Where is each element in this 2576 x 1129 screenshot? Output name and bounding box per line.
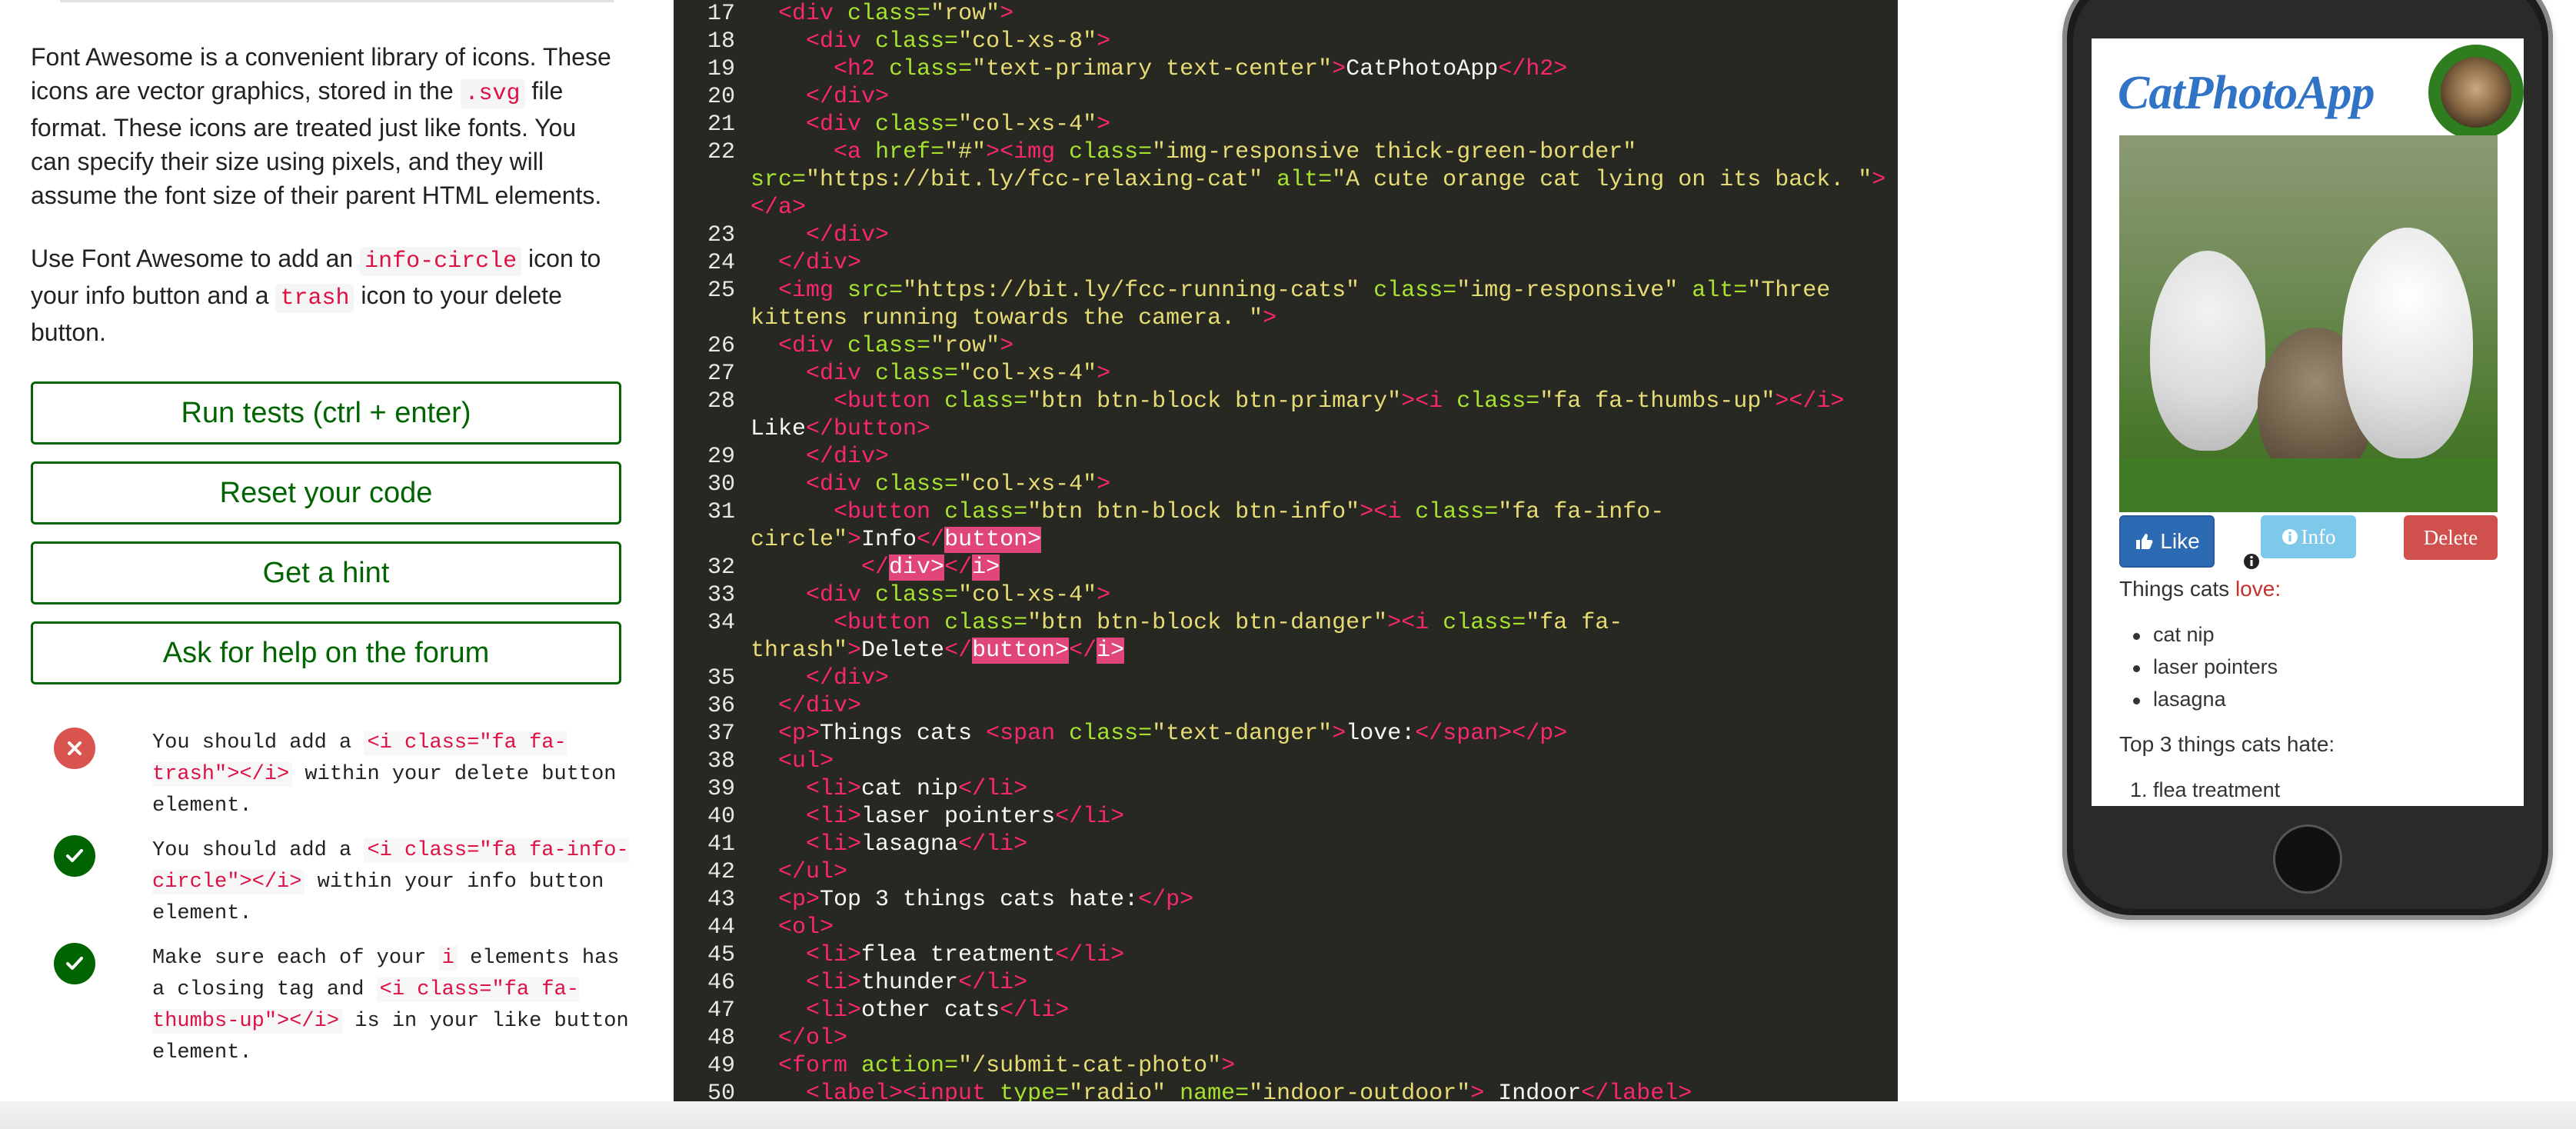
app-title: CatPhotoApp (2118, 67, 2375, 119)
cat-avatar-image (2441, 57, 2511, 128)
preview-screen[interactable]: CatPhotoApp Like Info Delete Things cats… (2092, 38, 2524, 806)
info-label: Info (2301, 525, 2336, 548)
like-label: Like (2160, 529, 2200, 553)
code-line[interactable]: thrash">Delete</button></i> (674, 637, 1898, 664)
description-paragraph: Font Awesome is a convenient library of … (31, 40, 615, 212)
preview-pane: CatPhotoApp Like Info Delete Things cats… (1898, 0, 2576, 1129)
test-result: You should add a <i class="fa fa-info-ci… (54, 835, 629, 935)
code-line[interactable]: 48 </ol> (674, 1024, 1898, 1052)
code-line[interactable]: 19 <h2 class="text-primary text-center">… (674, 55, 1898, 83)
code-line[interactable]: 38 <ul> (674, 748, 1898, 775)
thumbs-up-icon (2136, 534, 2153, 549)
pass-check-icon (54, 835, 95, 877)
divider (60, 0, 614, 2)
hate-heading: Top 3 things cats hate: (2119, 732, 2335, 756)
code-line[interactable]: circle">Info</button> (674, 526, 1898, 554)
kitten-shape (2342, 228, 2473, 458)
run-tests-button[interactable]: Run tests (ctrl + enter) (31, 381, 621, 445)
code-line[interactable]: 27 <div class="col-xs-4"> (674, 360, 1898, 388)
code-line[interactable]: 22 <a href="#"><img class="img-responsiv… (674, 138, 1898, 166)
like-button[interactable]: Like (2119, 515, 2215, 568)
code-line[interactable]: src="https://bit.ly/fcc-relaxing-cat" al… (674, 166, 1898, 194)
grass-shape (2119, 458, 2498, 512)
task-paragraph: Use Font Awesome to add an info-circle i… (31, 241, 615, 349)
code-line[interactable]: 40 <li>laser pointers</li> (674, 803, 1898, 831)
instructions-panel: Font Awesome is a convenient library of … (0, 0, 674, 1129)
test-result: You should add a <i class="fa fa-trash">… (54, 728, 623, 828)
test-result: Make sure each of your i elements has a … (54, 943, 629, 1074)
code-line[interactable]: 18 <div class="col-xs-8"> (674, 28, 1898, 55)
code-line[interactable]: 25 <img src="https://bit.ly/fcc-running-… (674, 277, 1898, 305)
code-line[interactable]: 43 <p>Top 3 things cats hate:</p> (674, 886, 1898, 914)
code-line[interactable]: 50 <label><input type="radio" name="indo… (674, 1080, 1898, 1101)
code-line[interactable]: 49 <form action="/submit-cat-photo"> (674, 1052, 1898, 1080)
code-line[interactable]: 46 <li>thunder</li> (674, 969, 1898, 997)
list-item: laser pointers (2132, 655, 2278, 678)
code-line[interactable]: 31 <button class="btn btn-block btn-info… (674, 498, 1898, 526)
code-line[interactable]: 37 <p>Things cats <span class="text-dang… (674, 720, 1898, 748)
delete-button[interactable]: Delete (2404, 515, 2498, 560)
inline-code: trash (275, 284, 354, 313)
get-hint-button[interactable]: Get a hint (31, 541, 621, 604)
reset-code-button[interactable]: Reset your code (31, 461, 621, 525)
avatar[interactable] (2428, 45, 2524, 140)
code-line[interactable]: 41 <li>lasagna</li> (674, 831, 1898, 858)
code-line[interactable]: 26 <div class="row"> (674, 332, 1898, 360)
test-description: You should add a <i class="fa fa-info-ci… (152, 838, 629, 925)
kitten-shape (2150, 251, 2265, 451)
code-line[interactable]: 28 <button class="btn btn-block btn-prim… (674, 388, 1898, 415)
code-editor[interactable]: 17 <div class="row"> 18 <div class="col-… (674, 0, 1898, 1101)
list-item: 1. flea treatment (2130, 778, 2281, 801)
list-item: lasagna (2133, 688, 2226, 711)
code-line[interactable]: 33 <div class="col-xs-4"> (674, 581, 1898, 609)
code-line[interactable]: </a> (674, 194, 1898, 221)
code-line[interactable]: 32 </div></i> (674, 554, 1898, 581)
code-line[interactable]: 47 <li>other cats</li> (674, 997, 1898, 1024)
code-line[interactable]: 17 <div class="row"> (674, 0, 1898, 28)
code-line[interactable]: 21 <div class="col-xs-4"> (674, 111, 1898, 138)
code-line[interactable]: 35 </div> (674, 664, 1898, 692)
code-line[interactable]: 24 </div> (674, 249, 1898, 277)
code-line[interactable]: Like</button> (674, 415, 1898, 443)
info-circle-icon (2244, 554, 2259, 569)
code-line[interactable]: kittens running towards the camera. "> (674, 305, 1898, 332)
love-heading: Things cats love: (2119, 577, 2281, 601)
list-item: cat nip (2133, 623, 2215, 646)
kittens-photo (2119, 135, 2498, 512)
fail-x-icon (54, 728, 95, 769)
task-text: Use Font Awesome to add an (31, 245, 361, 272)
code-line[interactable]: 30 <div class="col-xs-4"> (674, 471, 1898, 498)
code-line[interactable]: 20 </div> (674, 83, 1898, 111)
info-circle-icon (2281, 529, 2298, 545)
code-line[interactable]: 23 </div> (674, 221, 1898, 249)
phone-home-button (2273, 824, 2342, 894)
code-line[interactable]: 39 <li>cat nip</li> (674, 775, 1898, 803)
inline-code: .svg (460, 79, 525, 108)
code-line[interactable]: 36 </div> (674, 692, 1898, 720)
bottom-scroll-shadow (0, 1101, 2576, 1129)
code-line[interactable]: 42 </ul> (674, 858, 1898, 886)
inline-code: info-circle (360, 247, 522, 276)
info-button[interactable]: Info (2261, 515, 2356, 558)
pass-check-icon (54, 943, 95, 984)
test-description: Make sure each of your i elements has a … (152, 946, 629, 1064)
test-description: You should add a <i class="fa fa-trash">… (152, 731, 617, 818)
code-line[interactable]: 34 <button class="btn btn-block btn-dang… (674, 609, 1898, 637)
code-line[interactable]: 45 <li>flea treatment</li> (674, 941, 1898, 969)
ask-forum-button[interactable]: Ask for help on the forum (31, 621, 621, 684)
code-line[interactable]: 29 </div> (674, 443, 1898, 471)
code-line[interactable]: 44 <ol> (674, 914, 1898, 941)
